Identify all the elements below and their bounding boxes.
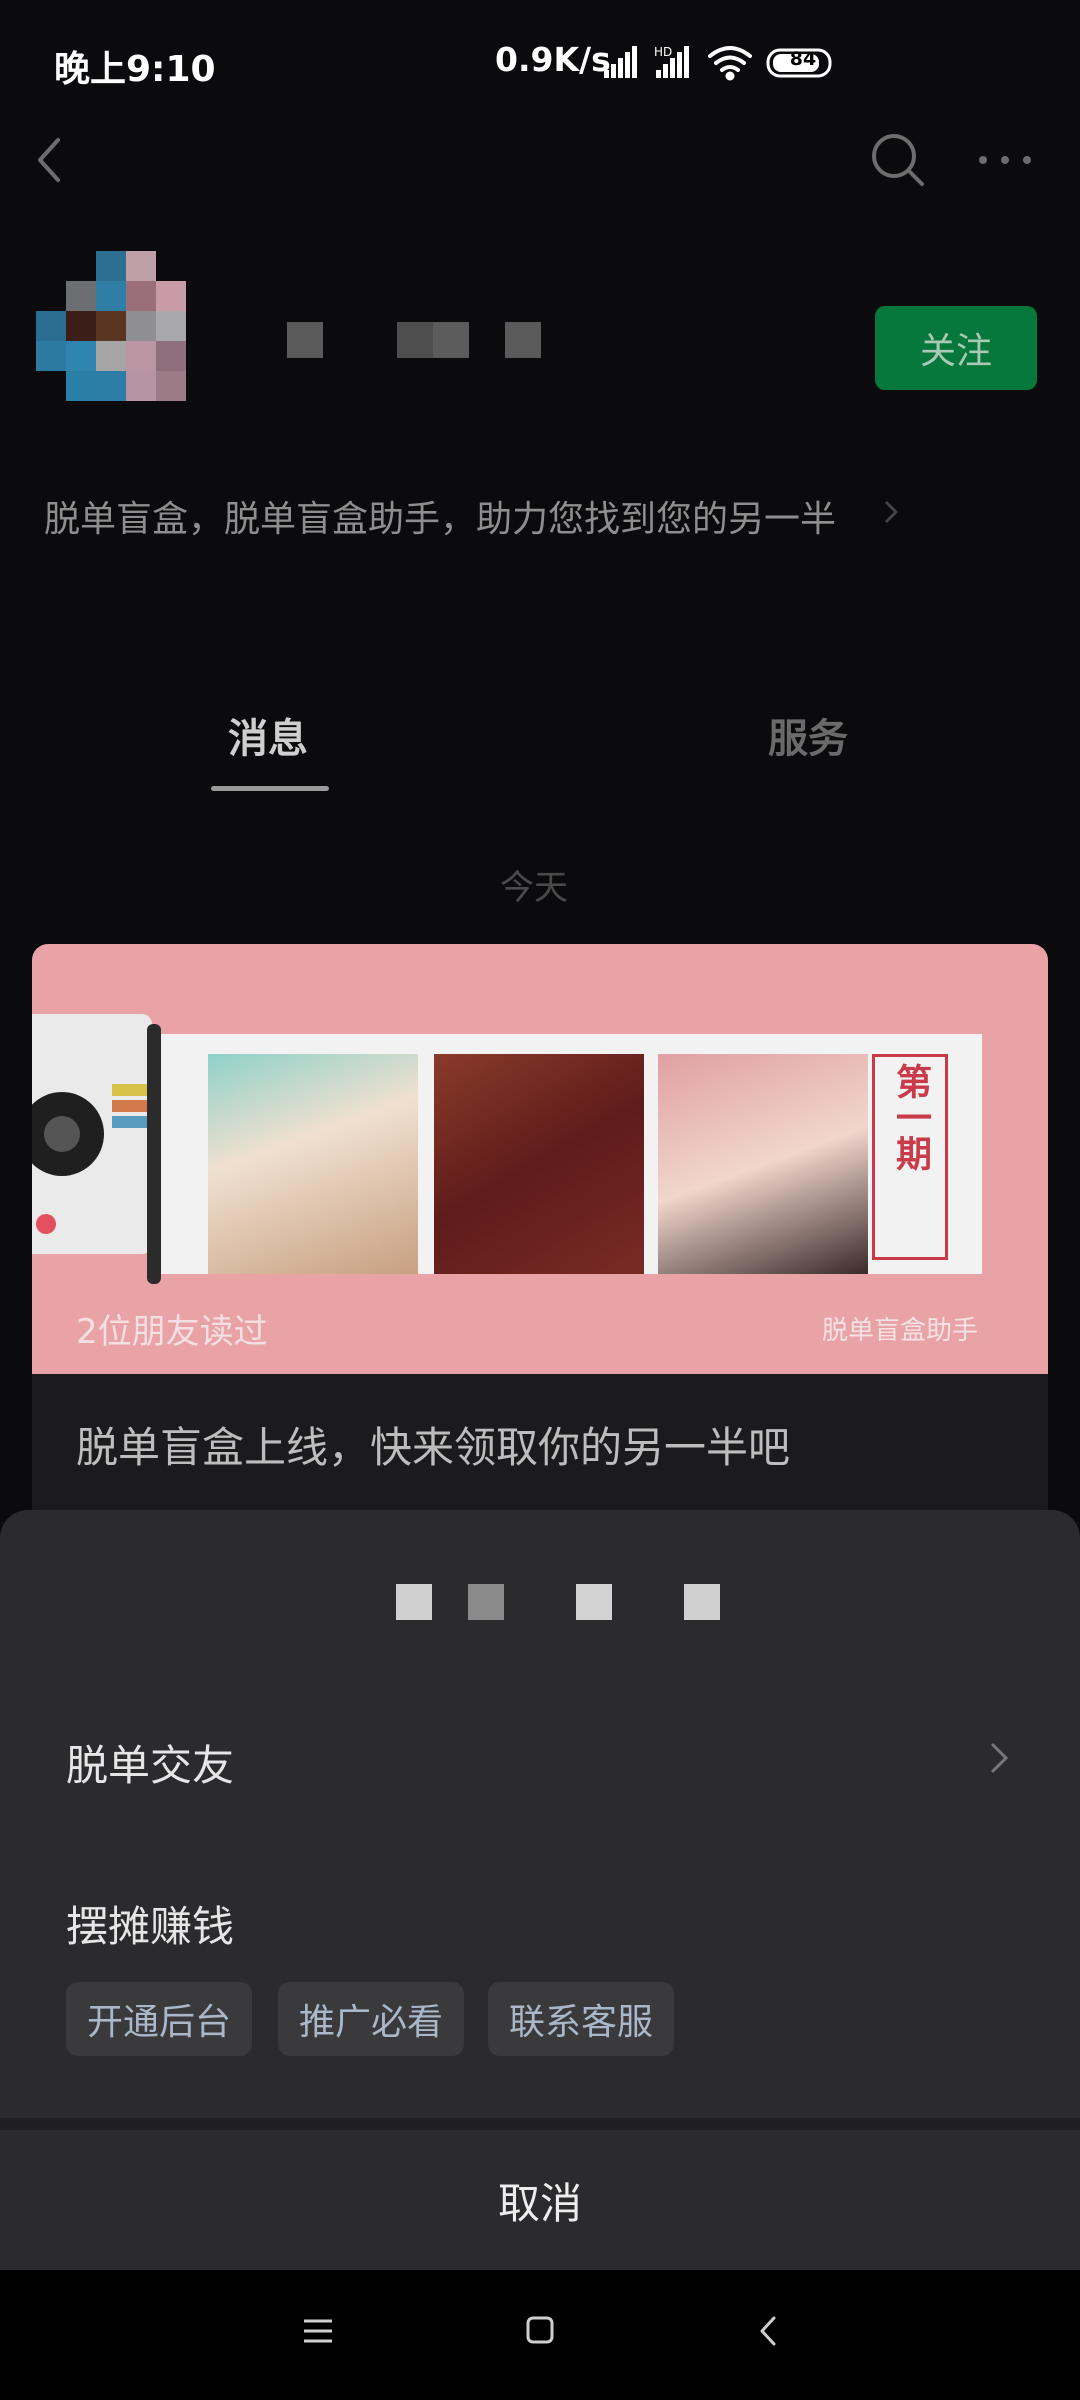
cancel-button[interactable]: 取消 (0, 2130, 1080, 2270)
article-cover: 第一期 2位朋友读过 脱单盲盒助手 (32, 944, 1048, 1374)
tab-services[interactable]: 服务 (768, 706, 848, 764)
avatar[interactable] (36, 250, 216, 432)
battery-level: 84 (789, 48, 817, 70)
back-icon[interactable] (756, 2314, 780, 2348)
status-time: 晚上9:10 (54, 49, 216, 90)
status-bar: 晚上9:10 0.9K/s HD 84 (0, 0, 1080, 130)
chevron-left-icon[interactable] (28, 135, 78, 185)
menu-icon[interactable] (300, 2316, 336, 2346)
tab-messages[interactable]: 消息 (228, 706, 308, 764)
article-title: 脱单盲盒上线，快来领取你的另一半吧 (76, 1423, 791, 1472)
sheet-title-redacted (396, 1584, 720, 1620)
menu-item-dating[interactable]: 脱单交友 (66, 1732, 234, 1793)
svg-text:HD: HD (654, 45, 672, 59)
menu-item-stall-earn: 摆摊赚钱 (66, 1902, 235, 1951)
search-icon[interactable] (868, 130, 928, 190)
chip-promotion-guide[interactable]: 推广必看 (278, 1982, 464, 2056)
date-label: 今天 (500, 868, 568, 908)
article-card[interactable]: 第一期 2位朋友读过 脱单盲盒助手 脱单盲盒上线，快来领取你的另一半吧 (32, 944, 1048, 1524)
wifi-icon (708, 46, 752, 81)
film-edge (147, 1024, 161, 1284)
account-name-redacted (287, 322, 541, 358)
cover-photo-1 (208, 1054, 418, 1274)
camera-decoration (32, 1014, 152, 1254)
home-icon[interactable] (524, 2314, 556, 2346)
active-tab-indicator (211, 786, 329, 791)
cover-photo-2 (434, 1054, 644, 1274)
chevron-right-icon (990, 1742, 1009, 1774)
cover-watermark: 脱单盲盒助手 (822, 1316, 979, 1346)
chevron-right-icon (884, 500, 899, 524)
follow-button[interactable]: 关注 (875, 306, 1037, 390)
friends-read-count: 2位朋友读过 (76, 1312, 268, 1352)
issue-label-text: 第一期 (890, 1063, 931, 1171)
network-speed: 0.9K/s (495, 40, 611, 79)
more-horizontal-icon[interactable] (975, 140, 1035, 180)
issue-label: 第一期 (872, 1054, 948, 1260)
chip-open-backend[interactable]: 开通后台 (66, 1982, 252, 2056)
account-description[interactable]: 脱单盲盒，脱单盲盒助手，助力您找到您的另一半 (44, 490, 1004, 542)
signal-hd-icon: HD (654, 45, 689, 78)
chip-contact-support[interactable]: 联系客服 (488, 1982, 674, 2056)
signal-icon (604, 46, 637, 78)
sheet-divider (0, 2118, 1080, 2130)
cover-photo-3 (658, 1054, 868, 1274)
